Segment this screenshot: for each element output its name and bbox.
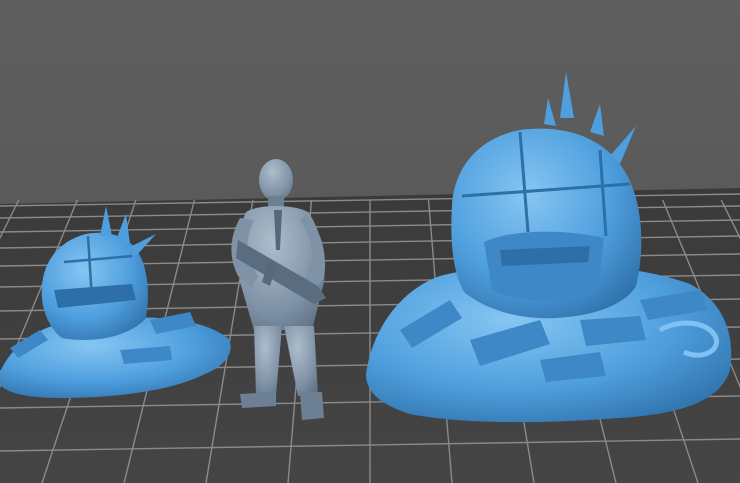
slicer-viewport[interactable] [0,0,740,483]
figure-left-shoe [240,392,276,408]
figure-head [259,159,293,201]
large-helmet-faceplate [484,231,604,301]
3d-scene [0,72,740,483]
figure-right-shoe [300,392,324,420]
